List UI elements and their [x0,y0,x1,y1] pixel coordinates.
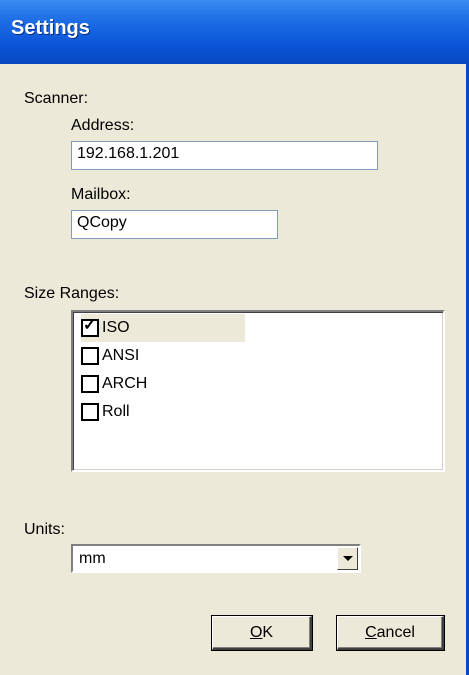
list-item-roll[interactable]: Roll [81,398,245,426]
mailbox-label: Mailbox: [71,186,131,203]
checkbox[interactable] [81,375,99,393]
chevron-down-icon [342,556,353,561]
list-item-label: ARCH [102,375,148,392]
cancel-label-rest: ancel [376,623,415,641]
list-item-arch[interactable]: ARCH [81,370,245,398]
list-item-label: Roll [102,403,130,420]
checkbox[interactable] [81,347,99,365]
checkbox[interactable] [81,403,99,421]
units-label: Units: [24,521,65,538]
address-label: Address: [71,117,135,134]
check-mark-icon: ✓ [83,317,97,334]
cancel-mnemonic: C [365,623,377,641]
checkbox[interactable]: ✓ [81,317,99,337]
address-input[interactable]: 192.168.1.201 [71,141,378,170]
title-bar[interactable]: Settings [0,0,469,64]
scanner-label: Scanner: [24,90,89,107]
size-ranges-label: Size Ranges: [24,285,120,302]
cancel-button[interactable]: Cancel [337,616,444,650]
units-select[interactable]: mm [71,544,361,573]
list-item-ansi[interactable]: ANSI [81,342,245,370]
list-item-label: ISO [102,319,130,336]
list-item-label: ANSI [102,347,140,364]
list-item-iso[interactable]: ✓ ISO [81,314,245,342]
ok-label-rest: K [262,623,274,641]
mailbox-input[interactable]: QCopy [71,210,278,239]
units-selected-value: mm [79,550,106,567]
window-title: Settings [11,17,90,39]
ok-button[interactable]: OK [212,616,312,650]
units-dropdown-button[interactable] [337,547,358,570]
size-ranges-listbox[interactable]: ✓ ISO ANSI ARCH Roll [71,310,445,472]
ok-mnemonic: O [249,623,263,641]
